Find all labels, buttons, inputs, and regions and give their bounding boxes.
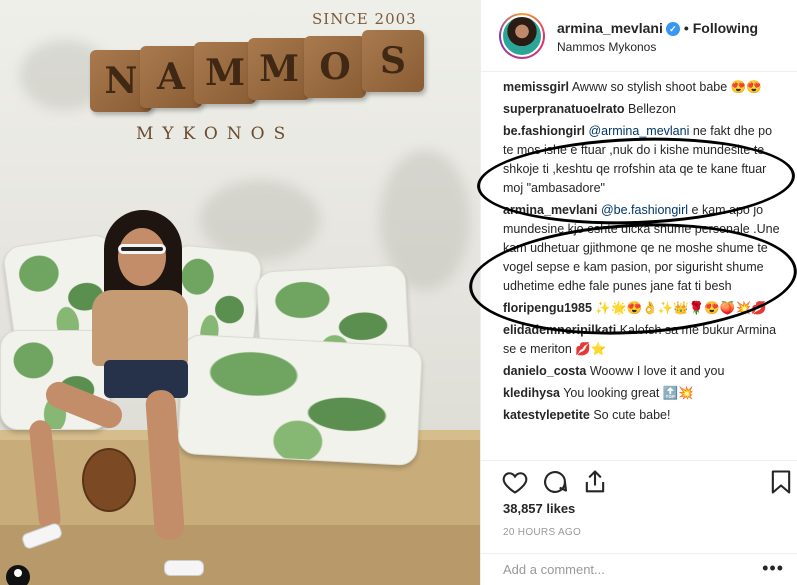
more-options-icon[interactable]: ••• [762, 559, 784, 577]
username-link[interactable]: armina_mevlani [557, 20, 663, 36]
comment-text: Bellezon [628, 102, 676, 116]
add-comment-bar: ••• [481, 553, 797, 585]
bookmark-icon[interactable] [767, 468, 795, 496]
post-sidebar: armina_mevlani ✓ • Following Nammos Mykonos… [466, 0, 797, 585]
comments-list[interactable]: memissgirl Awww so stylish shoot babe 😍😍… [503, 78, 781, 460]
header-user-line: armina_mevlani ✓ • Following [557, 20, 758, 36]
comment-text: ✨🌟😍👌✨👑🌹😍🍑💥💋 [595, 301, 767, 315]
comment: kledihysa You looking great 🔝💥 [503, 384, 781, 403]
verified-badge-icon: ✓ [665, 22, 680, 36]
comment-username[interactable]: elidademneripilkati [503, 323, 616, 337]
avatar[interactable] [499, 13, 545, 59]
comment-username[interactable]: floripengu1985 [503, 301, 592, 315]
person-top [92, 290, 188, 366]
sign-subtitle: MYKONOS [136, 124, 295, 144]
sign-tile: A [140, 46, 202, 108]
comment: elidademneripilkati Kalofsh sa me bukur … [503, 321, 781, 359]
separator-dot: • [683, 20, 689, 36]
share-icon[interactable] [581, 468, 609, 496]
comment-icon[interactable] [541, 468, 569, 496]
comment: be.fashiongirl @armina_mevlani ne fakt d… [503, 122, 781, 198]
comment-text: So cute babe! [593, 408, 671, 420]
comment: superpranatuoelrato Bellezon [503, 100, 781, 119]
handbag [82, 448, 136, 512]
comment-input[interactable] [503, 562, 743, 577]
tagged-user-icon[interactable] [6, 565, 30, 585]
action-bar [481, 460, 797, 500]
floor [0, 525, 480, 585]
sign-since-text: SINCE 2003 [312, 10, 417, 28]
sandal [164, 560, 204, 576]
location-link[interactable]: Nammos Mykonos [557, 40, 656, 54]
comment: katestylepetite So cute babe! [503, 406, 781, 420]
comment-username[interactable]: armina_mevlani [503, 203, 598, 217]
sign-tile: M [248, 38, 310, 100]
comment-mention[interactable]: @armina_mevlani [588, 124, 689, 138]
nammos-sign: N A M M O S [90, 28, 430, 118]
comment-mention[interactable]: @be.fashiongirl [601, 203, 688, 217]
heart-icon[interactable] [501, 468, 529, 496]
sign-tile: O [304, 36, 366, 98]
following-button[interactable]: Following [693, 20, 758, 36]
comment: danielo_costa Wooww I love it and you [503, 362, 781, 381]
comment-username[interactable]: danielo_costa [503, 364, 586, 378]
sign-tile: S [362, 30, 424, 92]
comment-username[interactable]: be.fashiongirl [503, 124, 585, 138]
comment-username[interactable]: superpranatuoelrato [503, 102, 625, 116]
likes-count[interactable]: 38,857 likes [503, 501, 575, 516]
person-shorts [104, 360, 188, 398]
comment-text: You looking great 🔝💥 [563, 386, 694, 400]
post-header: armina_mevlani ✓ • Following Nammos Mykonos [481, 0, 797, 72]
sign-tile: M [194, 42, 256, 104]
cushion [177, 333, 423, 467]
comment-text: Wooww I love it and you [589, 364, 725, 378]
comment-username[interactable]: kledihysa [503, 386, 560, 400]
avatar-image [501, 15, 543, 57]
person-face [118, 228, 166, 286]
comment: floripengu1985 ✨🌟😍👌✨👑🌹😍🍑💥💋 [503, 299, 781, 318]
comment-username[interactable]: katestylepetite [503, 408, 590, 420]
comment: memissgirl Awww so stylish shoot babe 😍😍 [503, 78, 781, 97]
post-photo[interactable]: SINCE 2003 N A M M O S MYKONOS [0, 0, 480, 585]
post-timestamp[interactable]: 20 HOURS AGO [503, 527, 581, 538]
comment: armina_mevlani @be.fashiongirl e kam apo… [503, 201, 781, 296]
sunglasses [118, 244, 166, 254]
comment-username[interactable]: memissgirl [503, 80, 569, 94]
comment-text: Awww so stylish shoot babe 😍😍 [571, 80, 762, 94]
